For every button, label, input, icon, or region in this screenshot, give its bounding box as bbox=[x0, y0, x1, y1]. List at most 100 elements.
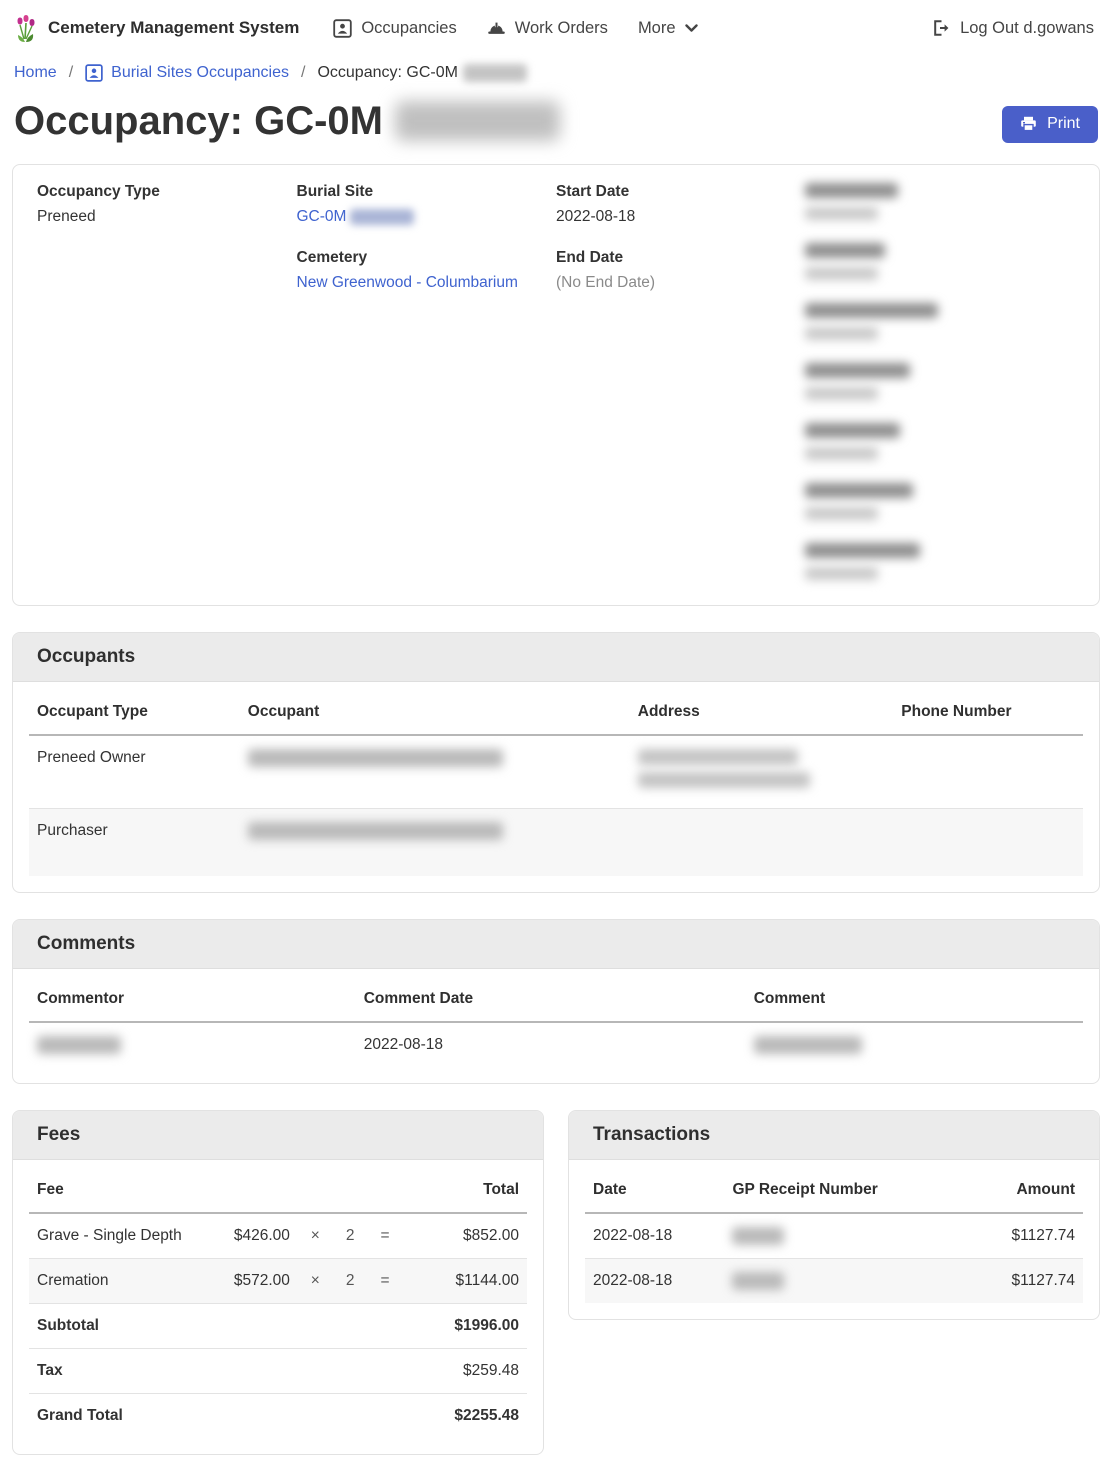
occupant-name-cell bbox=[240, 809, 630, 877]
cemetery-label: Cemetery bbox=[297, 249, 557, 267]
redacted-field bbox=[805, 243, 1085, 280]
grand-total-row: Grand Total $2255.48 bbox=[29, 1394, 527, 1439]
page-title: Occupancy: GC-0M bbox=[14, 98, 560, 144]
transactions-card: Transactions Date GP Receipt Number Amou… bbox=[568, 1110, 1100, 1320]
details-col-2: Burial Site GC-0M Cemetery New Greenwood… bbox=[297, 183, 557, 603]
chevron-down-icon bbox=[685, 24, 698, 33]
comment-cell bbox=[746, 1022, 1083, 1067]
occupancy-details-card: Occupancy Type Preneed Burial Site GC-0M… bbox=[12, 164, 1100, 606]
cemetery-link[interactable]: New Greenwood - Columbarium bbox=[297, 274, 518, 291]
comment-date-cell: 2022-08-18 bbox=[356, 1022, 746, 1067]
commentor-cell bbox=[29, 1022, 356, 1067]
breadcrumb-burial-label: Burial Sites Occupancies bbox=[111, 64, 289, 82]
start-date-value: 2022-08-18 bbox=[556, 208, 805, 226]
fee-times-cell: × bbox=[298, 1259, 333, 1304]
occupants-col-type: Occupant Type bbox=[29, 690, 240, 735]
logout-icon bbox=[932, 19, 951, 37]
transaction-receipt-cell bbox=[724, 1213, 948, 1259]
nav-more-label: More bbox=[638, 19, 676, 38]
fee-price-cell: $426.00 bbox=[213, 1213, 298, 1259]
fees-title: Fees bbox=[13, 1111, 543, 1160]
transactions-col-date: Date bbox=[585, 1168, 724, 1213]
occupants-card: Occupants Occupant Type Occupant Address… bbox=[12, 632, 1100, 893]
tax-label: Tax bbox=[29, 1349, 402, 1394]
occupant-phone-cell bbox=[893, 809, 1083, 877]
occupancy-frame-icon bbox=[333, 19, 352, 38]
comments-table: Commentor Comment Date Comment 2022-08-1… bbox=[29, 977, 1083, 1067]
transaction-amount-cell: $1127.74 bbox=[949, 1259, 1083, 1304]
tulip-logo-icon bbox=[14, 13, 38, 43]
subtotal-label: Subtotal bbox=[29, 1304, 402, 1349]
burial-site-link[interactable]: GC-0M bbox=[297, 208, 347, 225]
brand[interactable]: Cemetery Management System bbox=[14, 13, 299, 43]
printer-icon bbox=[1020, 116, 1037, 132]
fee-name-cell: Cremation bbox=[29, 1259, 213, 1304]
nav-more[interactable]: More bbox=[638, 19, 698, 38]
end-date-value: (No End Date) bbox=[556, 274, 805, 292]
start-date-label: Start Date bbox=[556, 183, 805, 201]
fee-equals-cell: = bbox=[368, 1213, 403, 1259]
start-date-field: Start Date 2022-08-18 bbox=[556, 183, 805, 226]
breadcrumb-home[interactable]: Home bbox=[14, 64, 57, 82]
nav-occupancies[interactable]: Occupancies bbox=[333, 19, 456, 38]
transaction-amount-cell: $1127.74 bbox=[949, 1213, 1083, 1259]
transaction-receipt-cell bbox=[724, 1259, 948, 1304]
burial-site-field: Burial Site GC-0M bbox=[297, 183, 557, 226]
tax-row: Tax $259.48 bbox=[29, 1349, 527, 1394]
table-row: Purchaser bbox=[29, 809, 1083, 877]
end-date-label: End Date bbox=[556, 249, 805, 267]
fees-col-total: Total bbox=[402, 1168, 527, 1213]
comments-col-comment: Comment bbox=[746, 977, 1083, 1022]
transaction-date-cell: 2022-08-18 bbox=[585, 1213, 724, 1259]
subtotal-row: Subtotal $1996.00 bbox=[29, 1304, 527, 1349]
breadcrumb-separator: / bbox=[69, 64, 73, 82]
redacted-text bbox=[395, 101, 560, 141]
breadcrumb-burial-sites-occupancies[interactable]: Burial Sites Occupancies bbox=[85, 64, 289, 82]
fee-price-cell: $572.00 bbox=[213, 1259, 298, 1304]
table-row: 2022-08-18 $1127.74 bbox=[585, 1259, 1083, 1304]
fees-card: Fees Fee Total Grave - Single Depth $426… bbox=[12, 1110, 544, 1455]
details-col-3: Start Date 2022-08-18 End Date (No End D… bbox=[556, 183, 805, 603]
fee-total-cell: $1144.00 bbox=[402, 1259, 527, 1304]
occupant-type-cell: Purchaser bbox=[29, 809, 240, 877]
fees-table: Fee Total Grave - Single Depth $426.00 ×… bbox=[29, 1168, 527, 1438]
table-row: 2022-08-18 $1127.74 bbox=[585, 1213, 1083, 1259]
top-navbar: Cemetery Management System Occupancies bbox=[0, 0, 1112, 56]
brand-title: Cemetery Management System bbox=[48, 18, 299, 38]
redacted-field bbox=[805, 303, 1085, 340]
redacted-field bbox=[805, 543, 1085, 580]
comments-col-commentor: Commentor bbox=[29, 977, 356, 1022]
fees-col-fee: Fee bbox=[29, 1168, 402, 1213]
fee-qty-cell: 2 bbox=[333, 1213, 368, 1259]
transactions-col-amount: Amount bbox=[949, 1168, 1083, 1213]
hard-hat-icon bbox=[487, 20, 506, 37]
occupants-col-occupant: Occupant bbox=[240, 690, 630, 735]
table-row: Preneed Owner bbox=[29, 735, 1083, 809]
transactions-table: Date GP Receipt Number Amount 2022-08-18… bbox=[585, 1168, 1083, 1303]
occupant-type-cell: Preneed Owner bbox=[29, 735, 240, 809]
fee-equals-cell: = bbox=[368, 1259, 403, 1304]
redacted-text bbox=[463, 64, 527, 82]
details-col-redacted bbox=[805, 183, 1085, 603]
nav-occupancies-label: Occupancies bbox=[361, 19, 456, 38]
print-label: Print bbox=[1047, 115, 1080, 133]
redacted-field bbox=[805, 423, 1085, 460]
redacted-text bbox=[350, 209, 414, 225]
tax-value: $259.48 bbox=[402, 1349, 527, 1394]
burial-site-label: Burial Site bbox=[297, 183, 557, 201]
transactions-col-receipt: GP Receipt Number bbox=[724, 1168, 948, 1213]
grand-total-value: $2255.48 bbox=[402, 1394, 527, 1439]
redacted-field bbox=[805, 183, 1085, 220]
fee-total-cell: $852.00 bbox=[402, 1213, 527, 1259]
occupant-address-cell bbox=[630, 735, 894, 809]
occupancy-type-value: Preneed bbox=[37, 208, 297, 226]
redacted-field bbox=[805, 363, 1085, 400]
nav-work-orders-label: Work Orders bbox=[515, 19, 608, 38]
page-head: Occupancy: GC-0M Print bbox=[0, 94, 1112, 164]
occupants-title: Occupants bbox=[13, 633, 1099, 682]
print-button[interactable]: Print bbox=[1002, 106, 1098, 143]
nav-work-orders[interactable]: Work Orders bbox=[487, 19, 608, 38]
occupants-col-phone: Phone Number bbox=[893, 690, 1083, 735]
logout-button[interactable]: Log Out d.gowans bbox=[932, 19, 1094, 38]
redacted-field bbox=[805, 483, 1085, 520]
